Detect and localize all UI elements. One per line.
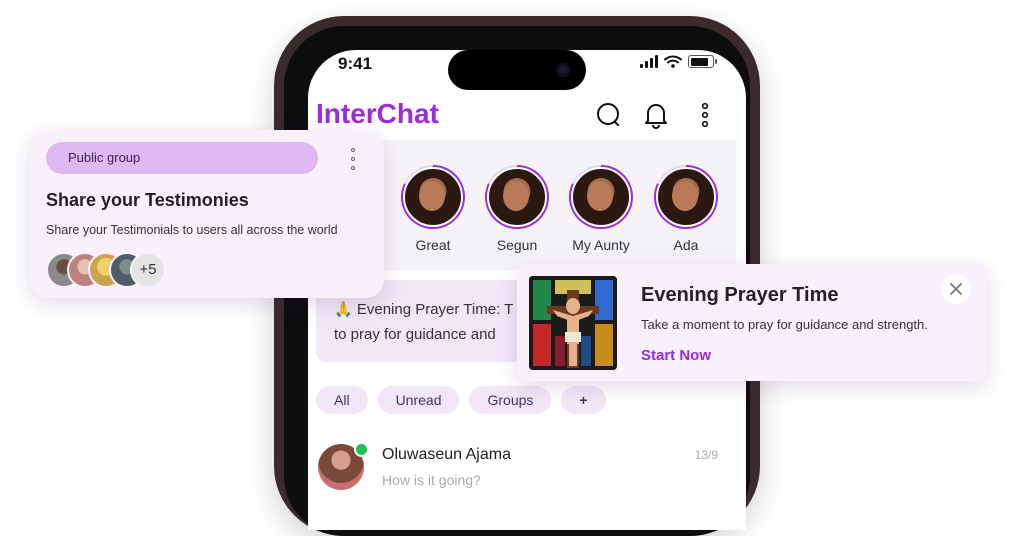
online-status-icon <box>354 442 369 457</box>
chip-all[interactable]: All <box>316 386 368 414</box>
story-label: My Aunty <box>572 237 630 253</box>
story-label: Great <box>415 237 451 253</box>
avatar <box>656 167 716 227</box>
wifi-icon <box>664 55 682 68</box>
chat-row[interactable]: Oluwaseun Ajama How is it going? 13/9 <box>318 440 728 500</box>
chat-name: Oluwaseun Ajama <box>382 446 511 463</box>
battery-icon <box>688 55 717 68</box>
story-item[interactable]: Ada <box>651 165 721 253</box>
group-description: Share your Testimonials to users all acr… <box>46 223 338 237</box>
more-vertical-icon[interactable] <box>346 148 360 170</box>
chip-add[interactable]: + <box>561 386 606 414</box>
stained-glass-image <box>529 276 617 370</box>
story-item[interactable]: Segun <box>482 165 552 253</box>
chip-unread[interactable]: Unread <box>377 386 460 414</box>
story-item[interactable]: Great <box>398 165 468 253</box>
prayer-card-subtitle: Take a moment to pray for guidance and s… <box>641 317 928 332</box>
status-time: 9:41 <box>338 54 373 73</box>
story-ring <box>569 165 633 229</box>
status-icons <box>640 55 717 68</box>
dynamic-island <box>448 50 586 90</box>
story-label: Ada <box>673 237 699 253</box>
app-title: InterChat <box>316 98 439 129</box>
prayer-notification-card[interactable]: Evening Prayer Time Take a moment to pra… <box>517 264 987 381</box>
more-members-count: +5 <box>130 252 166 288</box>
signal-icon <box>640 55 658 68</box>
chat-preview: How is it going? <box>382 472 481 488</box>
chip-groups[interactable]: Groups <box>469 386 552 414</box>
group-title: Share your Testimonies <box>46 190 249 210</box>
prayer-banner-line: to pray for guidance and <box>334 326 496 343</box>
story-ring <box>401 165 465 229</box>
avatar <box>403 167 463 227</box>
prayer-banner-line: 🙏 Evening Prayer Time: T <box>334 301 514 318</box>
avatar <box>571 167 631 227</box>
avatar <box>487 167 547 227</box>
start-now-button[interactable]: Start Now <box>641 347 711 364</box>
more-vertical-icon[interactable] <box>690 100 720 130</box>
camera-icon <box>556 63 570 77</box>
story-ring <box>485 165 549 229</box>
filter-chips: All Unread Groups + <box>316 386 606 414</box>
search-icon[interactable] <box>594 100 624 130</box>
group-card[interactable]: Public group Share your Testimonies Shar… <box>30 130 384 298</box>
story-label: Segun <box>496 237 538 253</box>
prayer-card-title: Evening Prayer Time <box>641 284 839 306</box>
bell-icon[interactable] <box>641 100 671 130</box>
story-ring <box>654 165 718 229</box>
chat-date: 13/9 <box>694 448 718 462</box>
group-tag: Public group <box>46 142 318 174</box>
story-item[interactable]: My Aunty <box>566 165 636 253</box>
close-icon[interactable] <box>941 274 971 304</box>
